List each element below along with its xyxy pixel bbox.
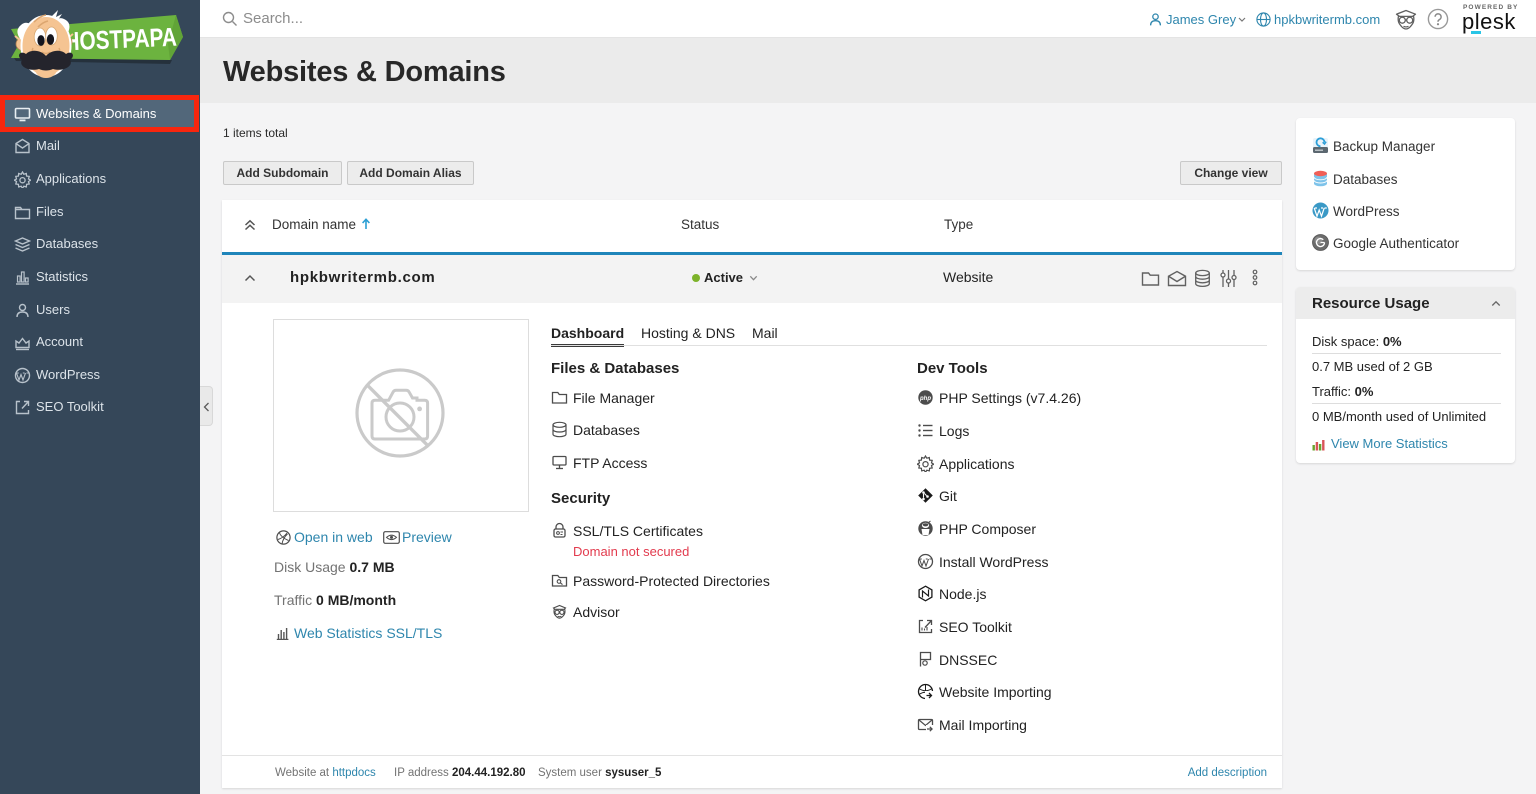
svg-text:HOSTPAPA: HOSTPAPA <box>64 22 178 56</box>
svg-text:php: php <box>919 396 931 402</box>
